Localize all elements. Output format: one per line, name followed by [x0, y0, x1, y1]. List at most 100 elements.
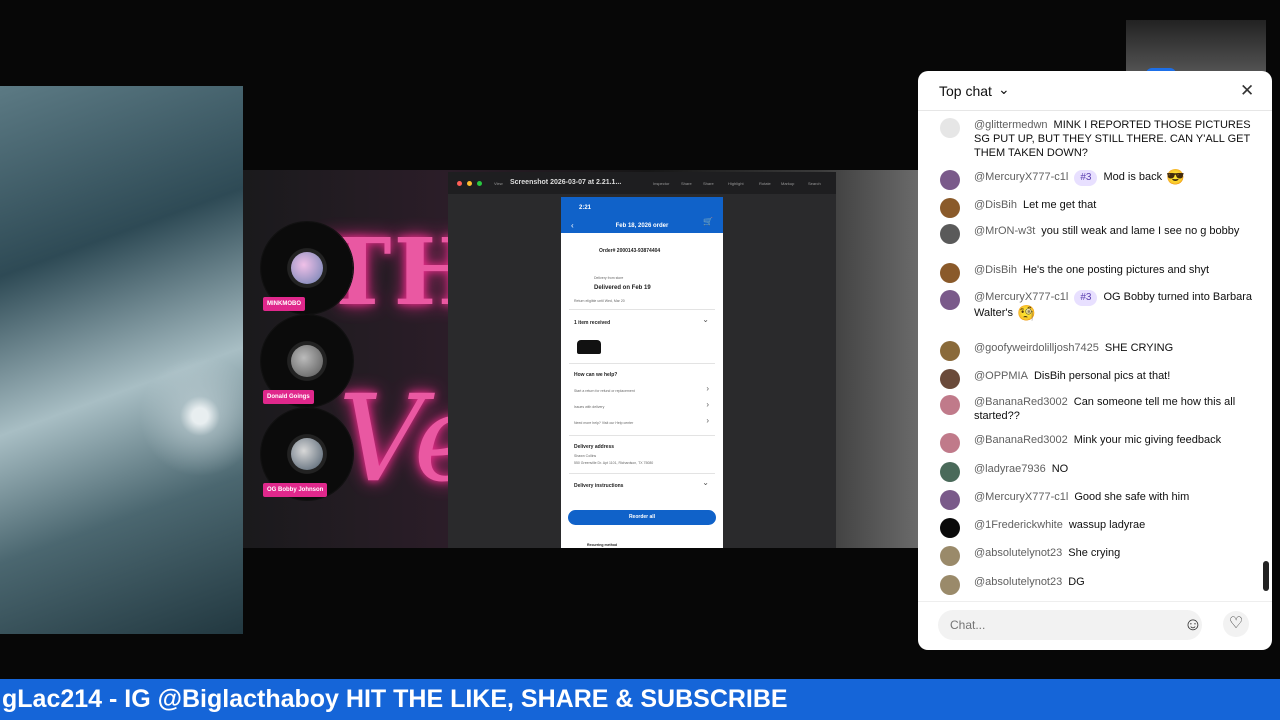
message-author[interactable]: @DisBih	[974, 199, 1017, 211]
phone-time: 2:21	[579, 205, 592, 211]
help-item[interactable]: Need more help? Visit our Help center	[574, 421, 633, 425]
message-author[interactable]: @BananaRed3002	[974, 396, 1068, 408]
message-author[interactable]: @goofyweirdolilljosh7425	[974, 342, 1099, 354]
zoom-dot-icon[interactable]	[477, 181, 482, 186]
message-body: @MrON-w3t you still weak and lame I see n…	[974, 224, 1256, 238]
avatar[interactable]	[940, 198, 960, 218]
phone-header: 2:21 ‹ Feb 18, 2026 order 🛒	[561, 197, 723, 233]
help-item[interactable]: Issues with delivery	[574, 405, 604, 409]
avatar[interactable]	[940, 490, 960, 510]
chevron-down-icon[interactable]: ⌄	[998, 81, 1010, 98]
message-author[interactable]: @BananaRed3002	[974, 434, 1068, 446]
toolbar-item[interactable]: Share	[703, 181, 714, 186]
chat-message: @DisBih He's the one posting pictures and…	[940, 263, 1256, 283]
emoji-icon[interactable]: ☺	[1182, 613, 1204, 635]
chat-input[interactable]	[938, 610, 1202, 640]
chat-message: @BananaRed3002 Can someone tell me how th…	[940, 395, 1256, 423]
message-body: @DisBih He's the one posting pictures and…	[974, 263, 1256, 277]
chat-message: @ladyrae7936 NO	[940, 462, 1256, 482]
window-title: Screenshot 2026-03-07 at 2.21.1...	[510, 179, 622, 186]
message-text: Mod is back	[1103, 171, 1163, 183]
message-author[interactable]: @DisBih	[974, 264, 1017, 276]
help-item[interactable]: Start a return for refund or replacement	[574, 389, 635, 393]
avatar[interactable]	[940, 395, 960, 415]
message-author[interactable]: @absolutelynot23	[974, 547, 1062, 559]
order-date-title: Feb 18, 2026 order	[615, 223, 669, 229]
chat-message: @BananaRed3002 Mink your mic giving feedb…	[940, 433, 1256, 453]
chat-scrollbar[interactable]	[1263, 561, 1269, 591]
delivery-instructions[interactable]: Delivery instructions	[574, 483, 623, 489]
chat-message: @DisBih Let me get that	[940, 198, 1256, 218]
message-author[interactable]: @MercuryX777-c1l	[974, 171, 1068, 183]
message-author[interactable]: @MercuryX777-c1l	[974, 491, 1068, 503]
chat-message-list: @glittermedwn MINK I REPORTED THOSE PICTU…	[918, 113, 1262, 599]
toolbar-item[interactable]: Share	[681, 181, 692, 186]
message-text: wassup ladyrae	[1068, 519, 1146, 531]
chevron-down-icon[interactable]: ⌄	[702, 315, 709, 324]
chat-message: @MercuryX777-c1l Good she safe with him	[940, 490, 1256, 510]
minimize-dot-icon[interactable]	[467, 181, 472, 186]
message-body: @BananaRed3002 Mink your mic giving feedb…	[974, 433, 1256, 447]
message-author[interactable]: @1Frederickwhite	[974, 519, 1063, 531]
address-title: Delivery address	[574, 444, 615, 450]
guest-label: MINKMOBO	[263, 297, 305, 311]
guest-avatar	[291, 438, 323, 470]
message-author[interactable]: @MrON-w3t	[974, 225, 1035, 237]
chevron-right-icon[interactable]: ›	[706, 400, 709, 409]
message-text: He's the one posting pictures and shyt	[1022, 264, 1210, 276]
chat-mode-selector[interactable]: Top chat	[939, 83, 992, 99]
toolbar-item[interactable]: Inspector	[653, 181, 669, 186]
window-titlebar: View Screenshot 2026-03-07 at 2.21.1... …	[448, 172, 836, 194]
avatar[interactable]	[940, 290, 960, 310]
divider	[569, 309, 715, 310]
message-author[interactable]: @absolutelynot23	[974, 576, 1062, 588]
avatar[interactable]	[940, 118, 960, 138]
cart-icon[interactable]: 🛒	[703, 217, 713, 226]
toolbar-item[interactable]: Highlight	[728, 181, 744, 186]
close-icon[interactable]: ✕	[1240, 81, 1254, 101]
avatar[interactable]	[940, 546, 960, 566]
message-author[interactable]: @glittermedwn	[974, 119, 1048, 131]
rank-badge: #3	[1074, 290, 1098, 306]
chat-message: @glittermedwn MINK I REPORTED THOSE PICTU…	[940, 118, 1256, 160]
chevron-right-icon[interactable]: ›	[706, 384, 709, 393]
toolbar-item[interactable]: View	[494, 181, 503, 186]
chat-header: Top chat ⌄ ✕	[918, 71, 1272, 111]
chat-message: @MercuryX777-c1l #3 OG Bobby turned into B…	[940, 290, 1256, 321]
message-body: @OPPMIA DisBih personal pics at that!	[974, 369, 1256, 383]
message-author[interactable]: @OPPMIA	[974, 370, 1028, 382]
message-text: Let me get that	[1022, 199, 1097, 211]
message-author[interactable]: @MercuryX777-c1l	[974, 291, 1068, 303]
message-text: She crying	[1068, 547, 1121, 559]
avatar[interactable]	[940, 575, 960, 595]
chevron-right-icon[interactable]: ›	[706, 416, 709, 425]
avatar[interactable]	[940, 263, 960, 283]
close-dot-icon[interactable]	[457, 181, 462, 186]
heart-icon[interactable]: ♡	[1223, 611, 1249, 637]
toolbar-item[interactable]: Search	[808, 181, 821, 186]
avatar[interactable]	[940, 224, 960, 244]
message-body: @ladyrae7936 NO	[974, 462, 1256, 476]
chevron-down-icon[interactable]: ⌄	[702, 478, 709, 487]
avatar[interactable]	[940, 341, 960, 361]
toolbar-item[interactable]: Markup	[781, 181, 794, 186]
ticker-text: gLac214 - IG @Biglacthaboy HIT THE LIKE,…	[2, 685, 788, 713]
toolbar-item[interactable]: Rotate	[759, 181, 771, 186]
avatar[interactable]	[940, 462, 960, 482]
avatar[interactable]	[940, 518, 960, 538]
address-name: Shawn Collins	[574, 454, 597, 458]
avatar[interactable]	[940, 170, 960, 190]
avatar[interactable]	[940, 369, 960, 389]
stream-overlay: THE Ve MINKMOBO Donald Goings OG Bobby J…	[0, 0, 1280, 720]
guest-avatar	[291, 252, 323, 284]
emoji-icon: 🧐	[1016, 305, 1036, 322]
message-body: @MercuryX777-c1l Good she safe with him	[974, 490, 1256, 504]
message-author[interactable]: @ladyrae7936	[974, 463, 1046, 475]
message-body: @1Frederickwhite wassup ladyrae	[974, 518, 1256, 532]
chat-input-bar: ☺ ♡	[918, 601, 1272, 650]
message-text: DisBih personal pics at that!	[1033, 370, 1171, 382]
message-body: @BananaRed3002 Can someone tell me how th…	[974, 395, 1256, 423]
chat-message: @MrON-w3t you still weak and lame I see n…	[940, 224, 1256, 244]
reorder-button[interactable]: Reorder all	[568, 510, 716, 525]
avatar[interactable]	[940, 433, 960, 453]
